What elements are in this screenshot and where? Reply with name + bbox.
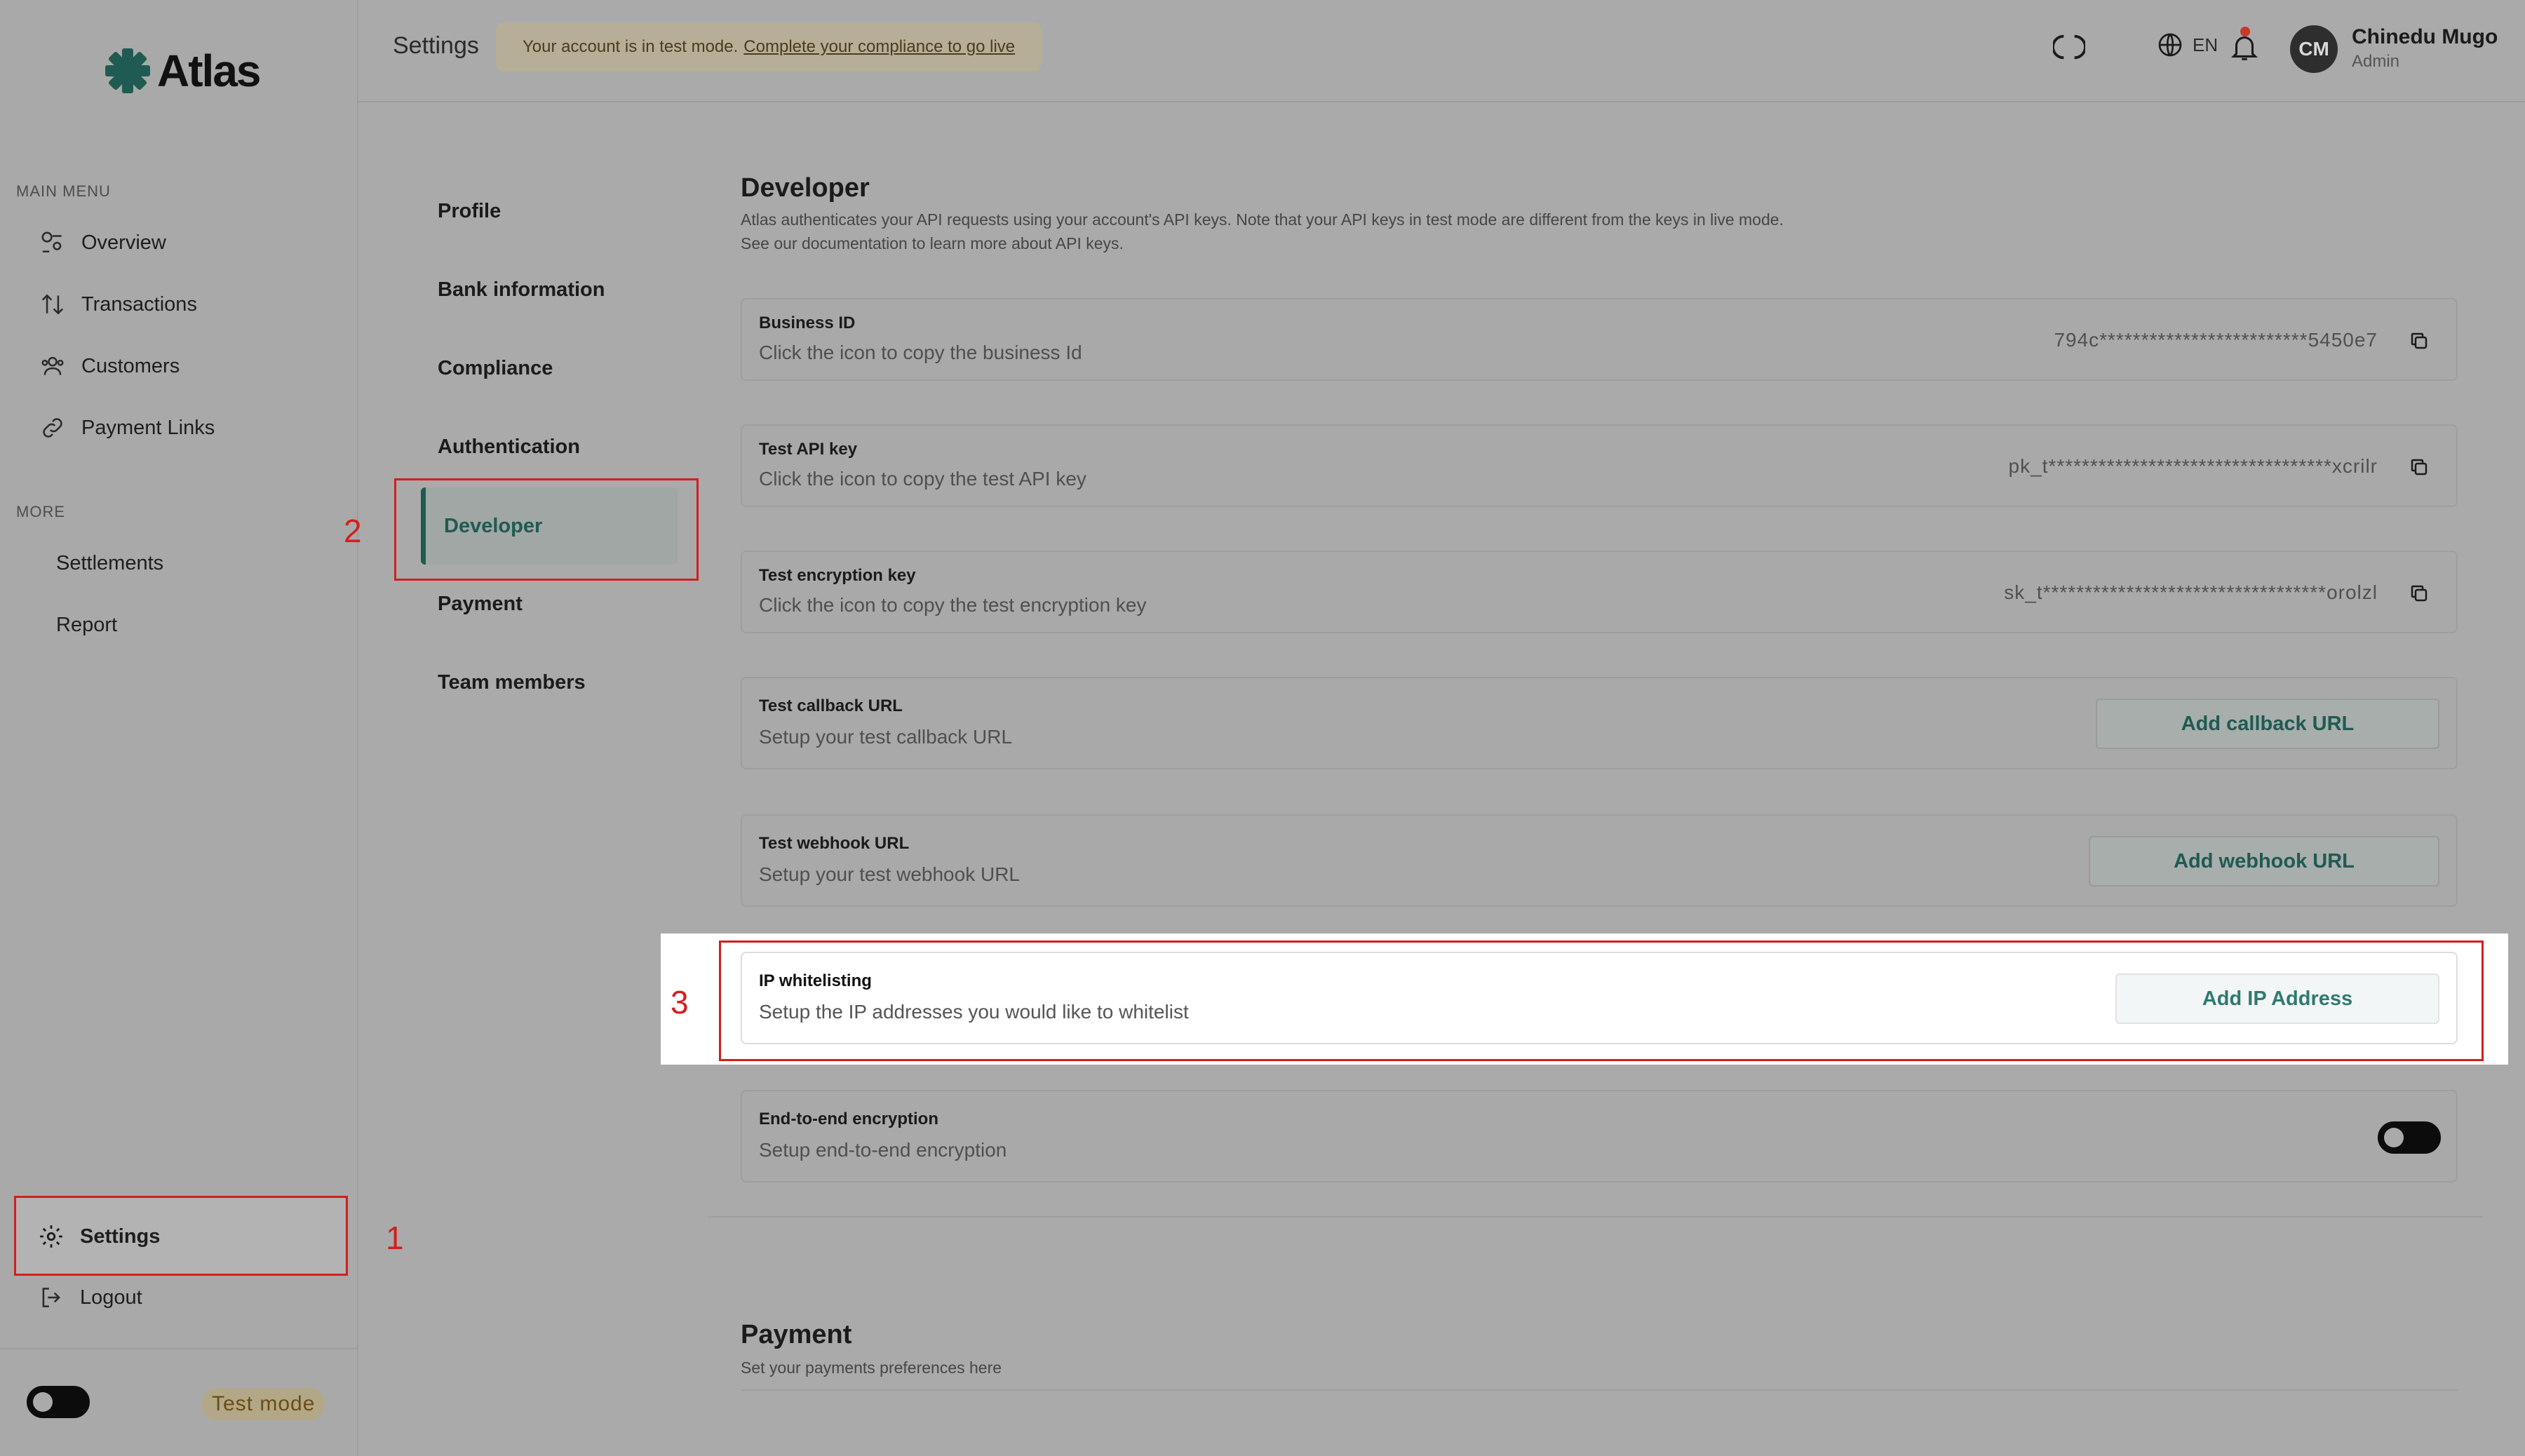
logout-icon	[42, 1288, 60, 1307]
annotation-number-2: 2	[344, 513, 362, 549]
main-menu-label: MAIN MENU	[16, 182, 111, 200]
sidebar-item-label: Customers	[81, 354, 180, 377]
test-encryption-key-card: Test encryption key Click the icon to co…	[741, 551, 2458, 633]
sidebar-item-overview[interactable]: Overview	[17, 215, 346, 270]
test-api-key-card: Test API key Click the icon to copy the …	[741, 424, 2458, 507]
sidebar-item-label: Settlements	[56, 551, 164, 574]
language-label: EN	[2193, 34, 2218, 55]
atlas-logo-icon	[105, 48, 150, 93]
sidebar-item-label: Overview	[81, 231, 166, 254]
section-divider	[708, 1216, 2483, 1218]
sidebar-item-payment-links[interactable]: Payment Links	[17, 400, 346, 455]
test-mode-badge: Test mode	[202, 1388, 325, 1420]
card-label: Test encryption key	[759, 566, 916, 585]
card-label: Business ID	[759, 314, 856, 332]
tab-compliance[interactable]: Compliance	[438, 357, 553, 380]
card-label: Test API key	[759, 440, 858, 459]
card-subtitle: Setup your test webhook URL	[759, 863, 1020, 885]
copy-icon[interactable]	[2409, 583, 2430, 604]
logo[interactable]: Atlas	[104, 45, 261, 97]
e2e-encryption-toggle[interactable]	[2378, 1121, 2441, 1154]
sidebar-item-label: Logout	[80, 1286, 142, 1309]
developer-desc-line2: See our documentation to learn more abou…	[741, 234, 1124, 252]
customers-icon	[41, 356, 64, 375]
card-label: Test webhook URL	[759, 834, 910, 853]
payment-section-description: Set your payments preferences here	[741, 1359, 1002, 1377]
annotation-box-2	[394, 478, 699, 581]
copy-icon[interactable]	[2409, 330, 2430, 351]
payment-section-title: Payment	[741, 1320, 852, 1349]
card-subtitle: Click the icon to copy the business Id	[759, 342, 1082, 363]
sidebar-item-label: Payment Links	[81, 416, 215, 439]
card-subtitle: Setup end-to-end encryption	[759, 1139, 1007, 1161]
add-callback-url-button[interactable]: Add callback URL	[2096, 699, 2439, 749]
annotation-box-1	[14, 1196, 348, 1276]
tab-bank-information[interactable]: Bank information	[438, 278, 605, 302]
business-id-value: 794c*************************5450e7	[2054, 329, 2378, 351]
page-title: Settings	[393, 32, 479, 59]
test-api-key-value: pk_t**********************************xc…	[2008, 455, 2378, 477]
test-callback-card: Test callback URL Setup your test callba…	[741, 677, 2458, 769]
test-encryption-key-value: sk_t**********************************or…	[2004, 581, 2378, 603]
language-selector[interactable]: EN	[2156, 31, 2218, 59]
developer-title: Developer	[741, 173, 870, 203]
notification-dot	[2240, 27, 2250, 36]
transactions-icon	[41, 294, 64, 315]
sidebar-item-label: Transactions	[81, 292, 197, 316]
sidebar-divider	[0, 1348, 358, 1349]
copy-icon[interactable]	[2409, 457, 2430, 478]
globe-icon	[2158, 33, 2182, 57]
annotation-box-3	[719, 941, 2484, 1061]
tab-payment[interactable]: Payment	[438, 593, 523, 616]
sidebar-item-label: Report	[56, 613, 118, 636]
test-mode-toggle[interactable]	[27, 1386, 90, 1418]
theme-toggle-icon[interactable]	[2053, 31, 2085, 63]
compliance-link[interactable]: Complete your compliance to go live	[743, 37, 1015, 57]
annotation-number-3: 3	[671, 984, 689, 1020]
user-role: Admin	[2352, 52, 2400, 71]
top-header: Settings Your account is in test mode. C…	[358, 0, 2525, 102]
payment-divider	[741, 1389, 2458, 1391]
annotation-number-1: 1	[386, 1220, 404, 1256]
business-id-card: Business ID Click the icon to copy the b…	[741, 298, 2458, 381]
card-subtitle: Click the icon to copy the test encrypti…	[759, 594, 1147, 616]
sidebar-item-transactions[interactable]: Transactions	[17, 277, 346, 332]
sidebar-item-settlements[interactable]: Settlements	[17, 536, 346, 591]
link-icon	[43, 418, 62, 438]
e2e-encryption-card: End-to-end encryption Setup end-to-end e…	[741, 1090, 2458, 1182]
developer-desc-line1: Atlas authenticates your API requests us…	[741, 210, 1784, 229]
sidebar-item-report[interactable]: Report	[17, 598, 346, 652]
overview-icon	[41, 231, 62, 252]
avatar[interactable]: CM	[2290, 25, 2338, 73]
developer-description: Atlas authenticates your API requests us…	[741, 208, 1933, 255]
banner-text: Your account is in test mode.	[523, 37, 739, 56]
sidebar-item-customers[interactable]: Customers	[17, 339, 346, 393]
logo-text: Atlas	[157, 46, 261, 96]
sidebar-item-logout[interactable]: Logout	[14, 1270, 344, 1325]
tab-profile[interactable]: Profile	[438, 200, 501, 223]
tab-team-members[interactable]: Team members	[438, 671, 586, 694]
user-name: Chinedu Mugo	[2352, 25, 2498, 48]
more-label: MORE	[16, 503, 65, 520]
test-mode-banner: Your account is in test mode. Complete y…	[496, 22, 1042, 72]
card-subtitle: Click the icon to copy the test API key	[759, 468, 1086, 490]
test-webhook-card: Test webhook URL Setup your test webhook…	[741, 814, 2458, 907]
add-webhook-url-button[interactable]: Add webhook URL	[2089, 836, 2439, 887]
card-subtitle: Setup your test callback URL	[759, 726, 1013, 748]
card-label: Test callback URL	[759, 696, 903, 715]
tab-authentication[interactable]: Authentication	[438, 436, 580, 459]
card-label: End-to-end encryption	[759, 1110, 938, 1128]
